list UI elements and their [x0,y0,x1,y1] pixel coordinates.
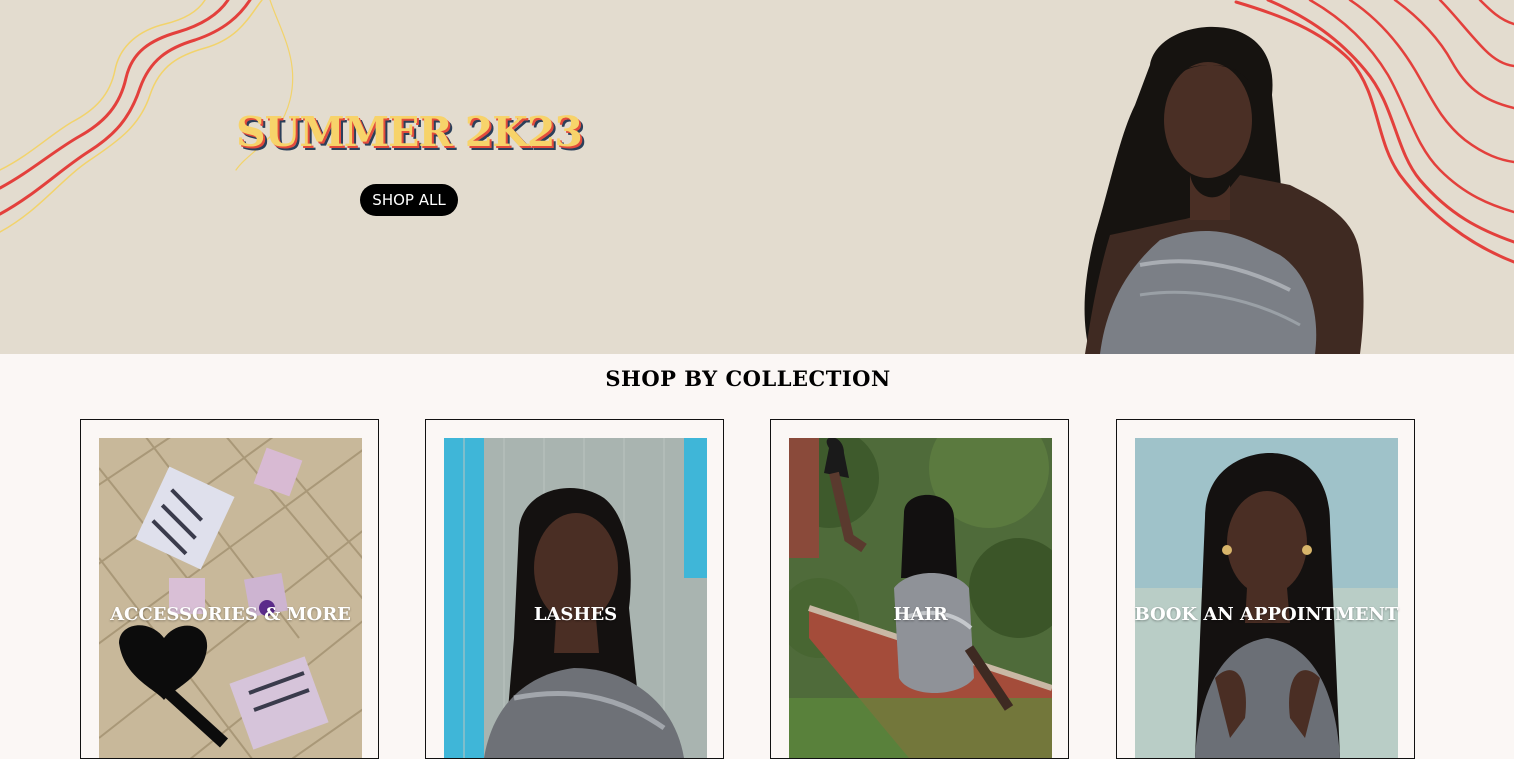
collection-card-accessories[interactable]: ACCESSORIES & MORE [80,419,379,759]
collection-label: BOOK AN APPOINTMENT [1134,604,1399,625]
hero-banner: SUMMER 2K23 SHOP ALL [0,0,1514,354]
collection-card-book-appointment[interactable]: BOOK AN APPOINTMENT [1116,419,1415,759]
collection-card-lashes[interactable]: LASHES [425,419,724,759]
hair-image [789,438,1052,758]
hero-model-image [1084,26,1364,354]
collection-label: ACCESSORIES & MORE [110,604,351,625]
collection-label: HAIR [893,604,948,625]
accessories-image [99,438,362,758]
hero-title: SUMMER 2K23 [236,108,583,156]
lashes-image [444,438,707,758]
collection-label: LASHES [533,604,618,625]
appointment-image [1135,438,1398,758]
collection-card-hair[interactable]: HAIR [770,419,1069,759]
shop-all-button[interactable]: SHOP ALL [360,184,458,216]
section-title: SHOP BY COLLECTION [605,366,891,391]
